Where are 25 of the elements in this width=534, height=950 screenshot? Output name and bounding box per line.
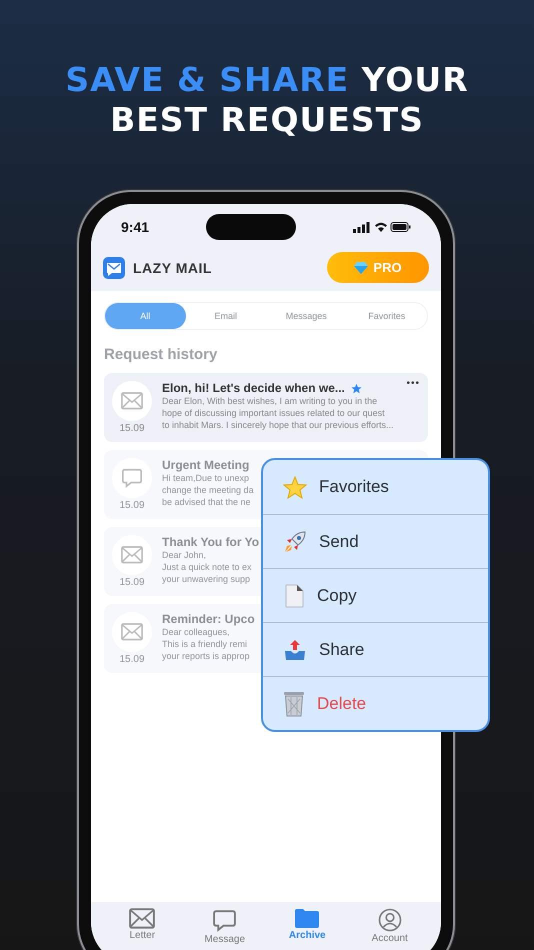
request-preview: hope of discussing important issues related to our quest xyxy=(162,407,385,419)
request-preview: This is a friendly remi xyxy=(162,638,248,650)
app-title: LAZY MAIL xyxy=(133,260,212,276)
request-date: 15.09 xyxy=(119,577,145,588)
request-preview: Hi team,Due to unexp xyxy=(162,472,250,484)
request-preview: change the meeting da xyxy=(162,484,254,496)
request-date: 15.09 xyxy=(119,654,145,665)
request-title: Reminder: Upco xyxy=(162,612,255,626)
headline: SAVE & SHARE YOUR xyxy=(65,60,469,100)
headline: BEST REQUESTS xyxy=(110,100,424,140)
section-title: Request history xyxy=(104,346,218,363)
request-date: 15.09 xyxy=(119,423,145,434)
request-preview: be advised that the ne xyxy=(162,496,251,508)
request-preview: Dear John, xyxy=(162,549,206,561)
request-preview: to inhabit Mars. I sincerely hope that our previous efforts... xyxy=(162,419,394,431)
request-preview: your reports is approp xyxy=(162,650,250,662)
request-preview: your unwavering supp xyxy=(162,573,250,585)
request-preview: Dear Elon, With best wishes, I am writing to you in the xyxy=(162,395,378,407)
status-time: 9:41 xyxy=(121,219,150,235)
request-preview: Just a quick note to ex xyxy=(162,561,252,573)
request-title: Urgent Meeting xyxy=(162,458,250,472)
request-title: Thank You for Yo xyxy=(162,535,260,549)
request-title: Elon, hi! Let's decide when we... xyxy=(162,381,345,395)
request-date: 15.09 xyxy=(119,500,145,511)
request-preview: Dear colleagues, xyxy=(162,626,230,638)
